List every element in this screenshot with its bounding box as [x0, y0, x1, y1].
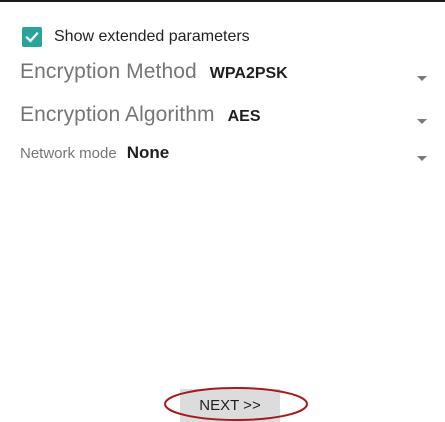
network-mode-dropdown[interactable]: Network mode None [20, 143, 427, 169]
network-mode-label: Network mode [20, 145, 117, 162]
encryption-method-value: WPA2PSK [209, 65, 288, 82]
encryption-method-label: Encryption Method [20, 60, 197, 83]
network-mode-value: None [126, 143, 170, 162]
encryption-algorithm-value: AES [227, 108, 261, 125]
encryption-method-dropdown[interactable]: Encryption Method WPA2PSK [20, 60, 427, 92]
show-extended-checkbox-row[interactable]: Show extended parameters [22, 25, 250, 49]
show-extended-label: Show extended parameters [54, 28, 250, 45]
dropdown-arrow-icon [417, 119, 427, 124]
encryption-algorithm-label: Encryption Algorithm [20, 103, 215, 126]
top-divider [0, 0, 445, 2]
dropdown-arrow-icon [417, 156, 427, 161]
show-extended-checkbox[interactable] [22, 27, 42, 47]
check-icon [25, 31, 39, 43]
encryption-algorithm-dropdown[interactable]: Encryption Algorithm AES [20, 103, 427, 135]
dropdown-arrow-icon [417, 76, 427, 81]
highlight-annotation-oval [164, 387, 308, 421]
